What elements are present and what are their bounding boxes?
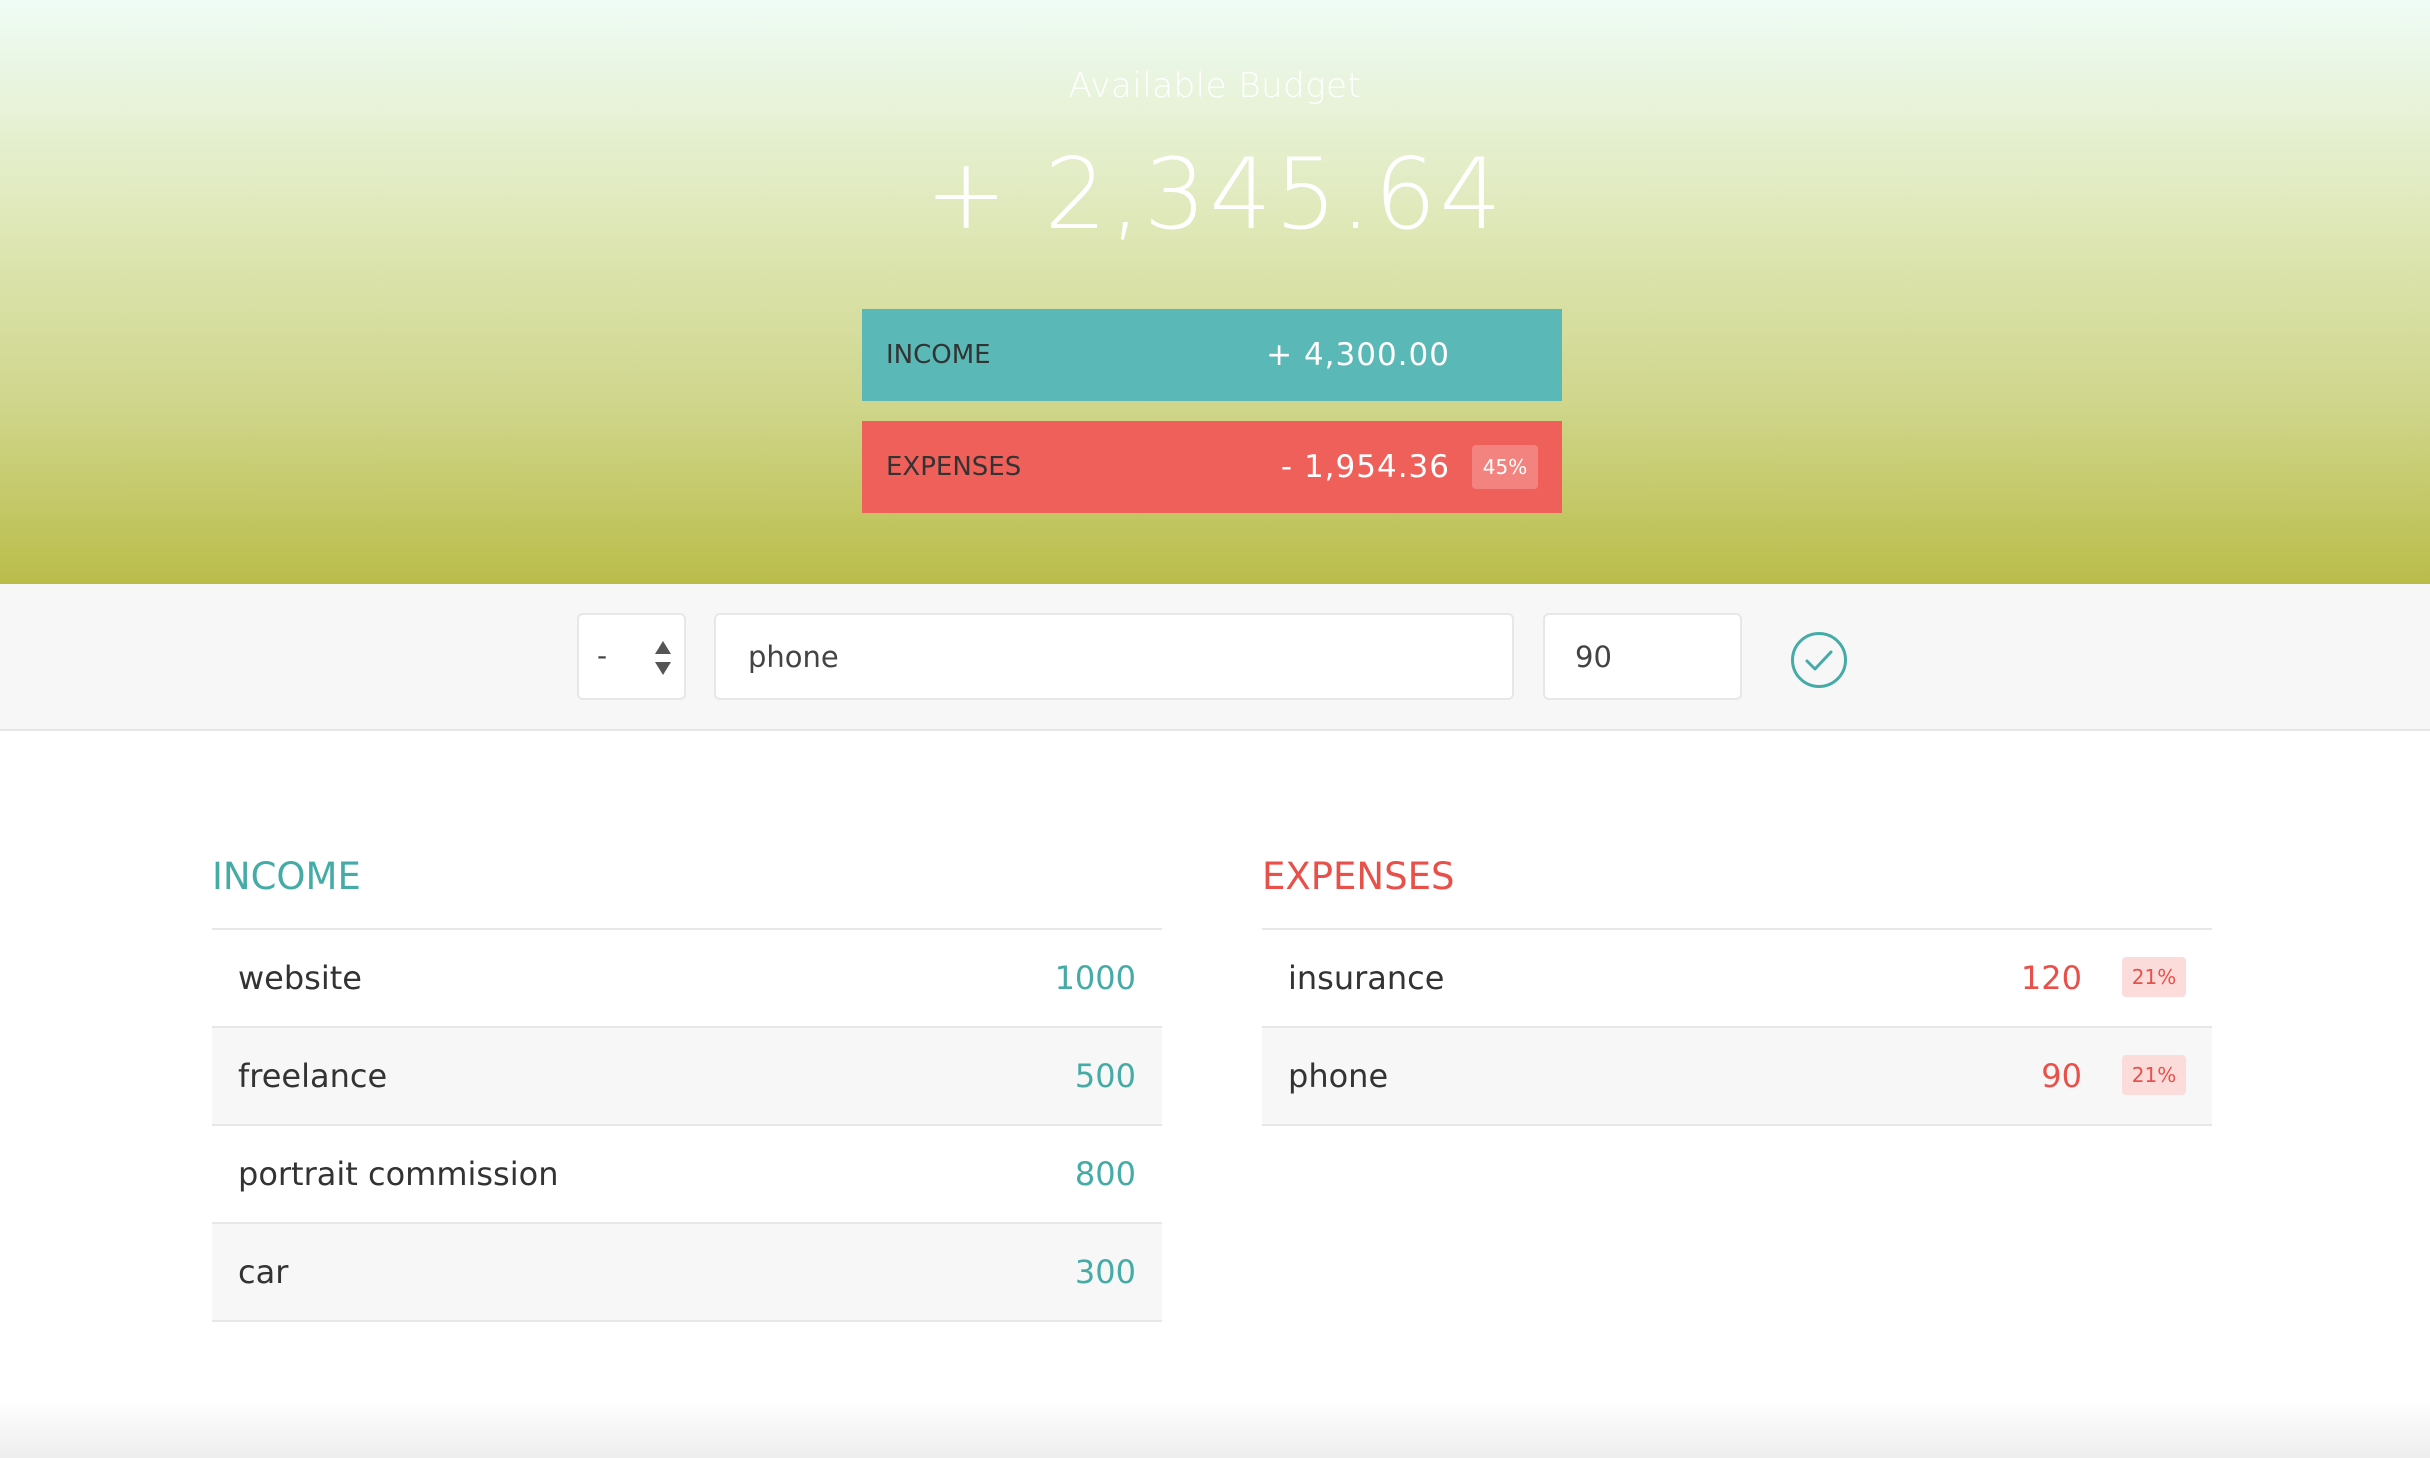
type-select[interactable]: -: [577, 613, 686, 700]
expenses-summary-value: - 1,954.36: [1280, 449, 1450, 485]
item-description: freelance: [238, 1057, 388, 1095]
budget-value: + 2,345.64: [925, 138, 1505, 252]
income-summary-value: + 4,300.00: [1266, 337, 1450, 373]
income-summary: Income + 4,300.00: [862, 309, 1562, 401]
expense-item[interactable]: insurance 120 21%: [1262, 930, 2212, 1028]
expenses-summary: Expenses - 1,954.36 45%: [862, 421, 1562, 513]
bottom-shadow: [0, 1400, 2430, 1458]
income-list: Income website 1000 freelance 500 portra…: [212, 850, 1162, 1322]
item-value: 300: [1074, 1253, 1136, 1291]
item-percentage-badge: 21%: [2122, 957, 2186, 997]
item-value: 90: [2041, 1057, 2082, 1095]
income-item[interactable]: portrait commission 800: [212, 1126, 1162, 1224]
income-item[interactable]: website 1000: [212, 930, 1162, 1028]
item-percentage-badge: 21%: [2122, 1055, 2186, 1095]
item-value: 1000: [1054, 959, 1136, 997]
item-description: portrait commission: [238, 1155, 559, 1193]
item-value: 800: [1074, 1155, 1136, 1193]
add-item-bar: -: [0, 584, 2430, 731]
description-input[interactable]: [714, 613, 1514, 700]
expenses-list: Expenses insurance 120 21% phone 90 21%: [1262, 850, 2212, 1126]
income-item[interactable]: car 300: [212, 1224, 1162, 1322]
item-value: 120: [2020, 959, 2082, 997]
budget-title: Available Budget: [1068, 66, 1362, 106]
income-item[interactable]: freelance 500: [212, 1028, 1162, 1126]
select-arrows-icon: [655, 641, 671, 675]
item-description: car: [238, 1253, 289, 1291]
income-summary-label: Income: [886, 340, 991, 370]
value-input[interactable]: [1543, 613, 1742, 700]
income-list-title: Income: [212, 850, 1162, 930]
budget-header: Available Budget + 2,345.64 Income + 4,3…: [0, 0, 2430, 584]
expenses-list-title: Expenses: [1262, 850, 2212, 930]
type-select-value: -: [597, 639, 608, 672]
check-circle-icon[interactable]: [1790, 631, 1848, 689]
item-description: website: [238, 959, 362, 997]
item-value: 500: [1074, 1057, 1136, 1095]
expenses-summary-label: Expenses: [886, 452, 1022, 482]
expenses-percentage-badge: 45%: [1472, 445, 1538, 489]
expense-item[interactable]: phone 90 21%: [1262, 1028, 2212, 1126]
